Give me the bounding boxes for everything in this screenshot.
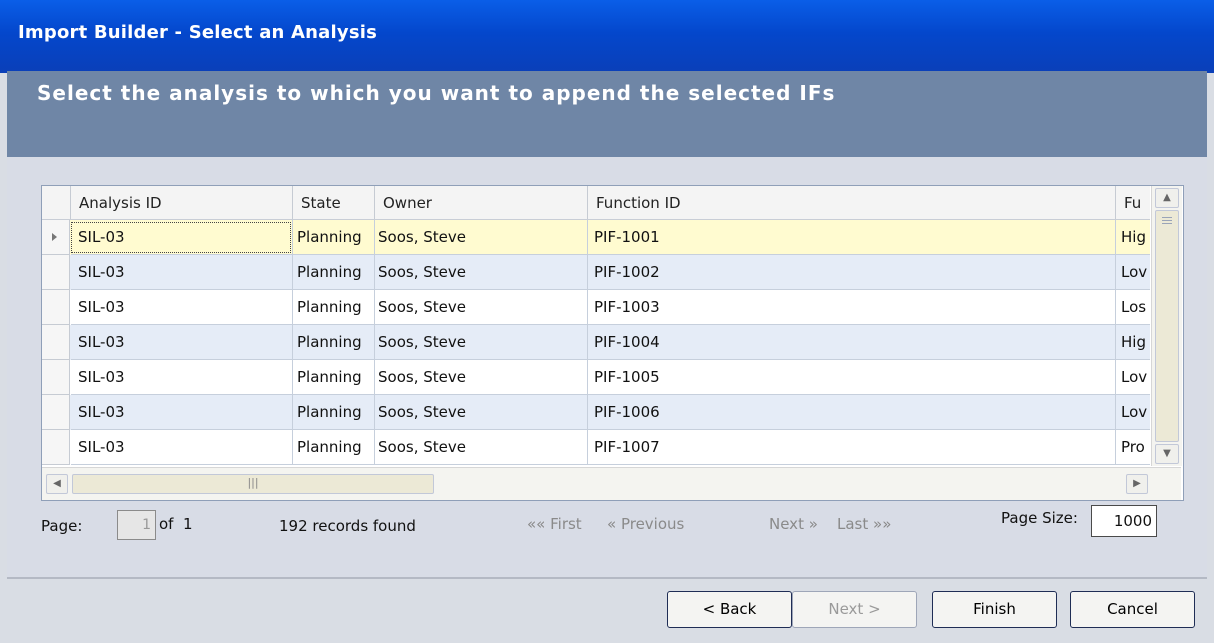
horizontal-scrollbar[interactable]: ◀ ||| ▶ bbox=[42, 467, 1181, 500]
cell-state[interactable]: Planning bbox=[293, 255, 375, 290]
row-selector[interactable] bbox=[42, 290, 70, 325]
cell-state[interactable]: Planning bbox=[293, 395, 375, 430]
window-title: Import Builder - Select an Analysis bbox=[18, 22, 378, 43]
cell-state[interactable]: Planning bbox=[293, 360, 375, 395]
cell-function[interactable]: Lov bbox=[1116, 360, 1150, 395]
cell-function[interactable]: Lov bbox=[1116, 255, 1150, 290]
table-row[interactable]: SIL-03 Planning Soos, Steve PIF-1007 Pro bbox=[42, 430, 1150, 465]
cell-analysis-id[interactable]: SIL-03 bbox=[71, 430, 293, 465]
cell-owner[interactable]: Soos, Steve bbox=[375, 255, 588, 290]
cell-function-id[interactable]: PIF-1006 bbox=[588, 395, 1116, 430]
next-page-link[interactable]: Next » bbox=[769, 515, 818, 533]
cell-state[interactable]: Planning bbox=[293, 325, 375, 360]
first-page-link[interactable]: «« First bbox=[527, 515, 582, 533]
table-row[interactable]: SIL-03 Planning Soos, Steve PIF-1001 Hig bbox=[42, 220, 1150, 255]
cell-owner[interactable]: Soos, Steve bbox=[375, 395, 588, 430]
dialog-body: Analysis ID State Owner Function ID Fu S… bbox=[7, 157, 1207, 640]
records-count: 192 records found bbox=[279, 517, 416, 535]
cell-function-id[interactable]: PIF-1003 bbox=[588, 290, 1116, 325]
button-bar: < Back Next > Finish Cancel bbox=[7, 579, 1207, 640]
column-header-function-id[interactable]: Function ID bbox=[588, 186, 1116, 219]
column-header-function[interactable]: Fu bbox=[1116, 186, 1150, 219]
cell-function[interactable]: Los bbox=[1116, 290, 1150, 325]
analysis-grid: Analysis ID State Owner Function ID Fu S… bbox=[41, 185, 1184, 501]
vertical-scroll-thumb[interactable] bbox=[1155, 210, 1179, 442]
row-header-corner bbox=[42, 186, 71, 219]
row-selector[interactable] bbox=[42, 255, 70, 290]
cell-owner[interactable]: Soos, Steve bbox=[375, 430, 588, 465]
cell-owner[interactable]: Soos, Steve bbox=[375, 360, 588, 395]
of-label: of bbox=[159, 515, 174, 533]
column-header-owner[interactable]: Owner bbox=[375, 186, 588, 219]
row-selector[interactable] bbox=[42, 360, 70, 395]
previous-page-link[interactable]: « Previous bbox=[607, 515, 684, 533]
cell-analysis-id[interactable]: SIL-03 bbox=[71, 325, 293, 360]
back-button[interactable]: < Back bbox=[667, 591, 792, 628]
vertical-scrollbar[interactable]: ▲ ▼ bbox=[1151, 186, 1182, 466]
next-button[interactable]: Next > bbox=[792, 591, 917, 628]
row-selector[interactable] bbox=[42, 325, 70, 360]
title-bar: Import Builder - Select an Analysis bbox=[0, 0, 1214, 73]
cell-owner[interactable]: Soos, Steve bbox=[375, 290, 588, 325]
cell-state[interactable]: Planning bbox=[293, 290, 375, 325]
cell-function-id[interactable]: PIF-1002 bbox=[588, 255, 1116, 290]
last-page-link[interactable]: Last »» bbox=[837, 515, 891, 533]
finish-button[interactable]: Finish bbox=[932, 591, 1057, 628]
cell-state[interactable]: Planning bbox=[293, 430, 375, 465]
row-selector[interactable] bbox=[42, 395, 70, 430]
row-selector[interactable] bbox=[42, 430, 70, 465]
table-row[interactable]: SIL-03 Planning Soos, Steve PIF-1006 Lov bbox=[42, 395, 1150, 430]
total-pages: 1 bbox=[183, 515, 193, 533]
scroll-down-icon[interactable]: ▼ bbox=[1155, 444, 1179, 464]
page-size-input[interactable]: 1000 bbox=[1091, 505, 1157, 537]
instruction-banner: Select the analysis to which you want to… bbox=[7, 71, 1207, 157]
table-row[interactable]: SIL-03 Planning Soos, Steve PIF-1003 Los bbox=[42, 290, 1150, 325]
scroll-up-icon[interactable]: ▲ bbox=[1155, 188, 1179, 208]
cell-owner[interactable]: Soos, Steve bbox=[375, 220, 588, 255]
table-row[interactable]: SIL-03 Planning Soos, Steve PIF-1004 Hig bbox=[42, 325, 1150, 360]
instruction-text: Select the analysis to which you want to… bbox=[37, 81, 836, 105]
horizontal-scroll-thumb[interactable]: ||| bbox=[72, 474, 434, 494]
content-area: Analysis ID State Owner Function ID Fu S… bbox=[7, 157, 1207, 577]
cell-function-id[interactable]: PIF-1005 bbox=[588, 360, 1116, 395]
import-builder-window: Import Builder - Select an Analysis Sele… bbox=[0, 0, 1214, 643]
cell-function-id[interactable]: PIF-1004 bbox=[588, 325, 1116, 360]
grid-header: Analysis ID State Owner Function ID Fu bbox=[42, 186, 1150, 220]
cell-function[interactable]: Pro bbox=[1116, 430, 1150, 465]
cell-analysis-id[interactable]: SIL-03 bbox=[71, 255, 293, 290]
column-header-analysis-id[interactable]: Analysis ID bbox=[71, 186, 293, 219]
cell-function[interactable]: Hig bbox=[1116, 220, 1150, 255]
page-label: Page: bbox=[41, 517, 83, 535]
scroll-left-icon[interactable]: ◀ bbox=[46, 474, 68, 494]
row-selector[interactable] bbox=[42, 220, 70, 255]
cell-function-id[interactable]: PIF-1007 bbox=[588, 430, 1116, 465]
cell-analysis-id[interactable]: SIL-03 bbox=[71, 290, 293, 325]
scroll-right-icon[interactable]: ▶ bbox=[1126, 474, 1148, 494]
cell-analysis-id[interactable]: SIL-03 bbox=[71, 395, 293, 430]
cell-function[interactable]: Lov bbox=[1116, 395, 1150, 430]
cell-owner[interactable]: Soos, Steve bbox=[375, 325, 588, 360]
cell-focus-rect bbox=[71, 222, 291, 253]
cell-function[interactable]: Hig bbox=[1116, 325, 1150, 360]
table-row[interactable]: SIL-03 Planning Soos, Steve PIF-1005 Lov bbox=[42, 360, 1150, 395]
cell-state[interactable]: Planning bbox=[293, 220, 375, 255]
pager-bar: Page: 1 of 1 192 records found «« First … bbox=[7, 505, 1207, 545]
cell-analysis-id[interactable]: SIL-03 bbox=[71, 360, 293, 395]
current-row-icon bbox=[52, 233, 57, 241]
column-header-state[interactable]: State bbox=[293, 186, 375, 219]
page-size-label: Page Size: bbox=[1001, 509, 1078, 527]
table-row[interactable]: SIL-03 Planning Soos, Steve PIF-1002 Lov bbox=[42, 255, 1150, 290]
page-number-input[interactable]: 1 bbox=[117, 510, 156, 540]
cell-function-id[interactable]: PIF-1001 bbox=[588, 220, 1116, 255]
cancel-button[interactable]: Cancel bbox=[1070, 591, 1195, 628]
